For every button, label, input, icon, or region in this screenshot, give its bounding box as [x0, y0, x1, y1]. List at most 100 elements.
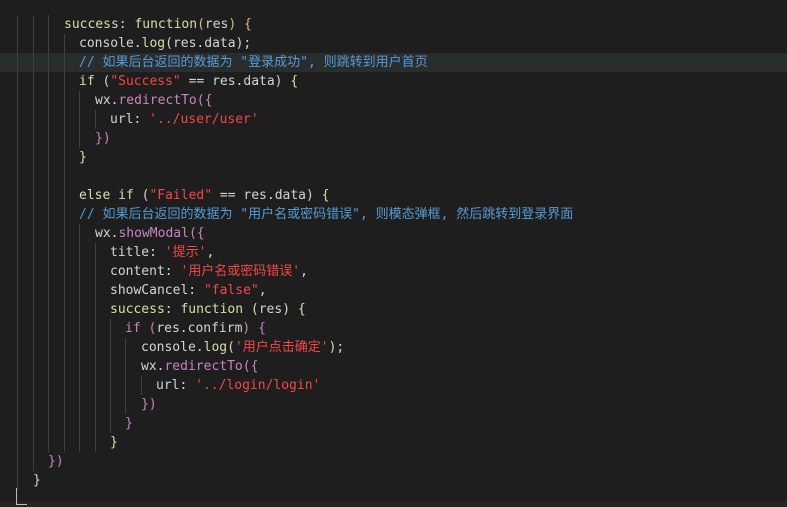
indent-guide — [33, 129, 34, 148]
indent-guide — [17, 243, 18, 262]
code-line[interactable]: console.log(res.data); — [0, 34, 787, 53]
code-line[interactable]: }) — [0, 452, 787, 471]
code-text: } — [110, 433, 118, 452]
code-line[interactable]: console.log('用户点击确定'); — [0, 338, 787, 357]
indent-guide — [48, 357, 49, 376]
code-line[interactable]: wx.showModal({ — [0, 224, 787, 243]
indent-guide — [125, 338, 126, 357]
indent-guide — [64, 319, 65, 338]
indent-guide — [33, 72, 34, 91]
indent-guide — [79, 338, 80, 357]
indent-guide — [48, 319, 49, 338]
indent-guide — [79, 414, 80, 433]
indent-guide — [17, 224, 18, 243]
indent-guide — [64, 186, 65, 205]
code-token: . — [133, 36, 142, 51]
indent-guide — [79, 300, 80, 319]
code-line[interactable]: } — [0, 471, 787, 490]
code-text: if ("Success" == res.data) { — [79, 72, 298, 91]
indent-guide — [33, 357, 34, 376]
indent-guide — [17, 376, 18, 395]
indent-guide — [33, 91, 34, 110]
code-line[interactable] — [0, 167, 787, 186]
code-text: url: '../login/login' — [156, 376, 320, 395]
indent-guide — [48, 205, 49, 224]
indent-guide — [64, 243, 65, 262]
code-token: '用户名或密码错误' — [180, 264, 301, 279]
indent-guide — [48, 395, 49, 414]
code-token: { — [258, 321, 266, 336]
indent-guide — [125, 376, 126, 395]
code-line[interactable]: // 如果后台返回的数据为 "用户名或密码错误", 则模态弹框, 然后跳转到登录… — [0, 205, 787, 224]
code-line[interactable]: else if ("Failed" == res.data) { — [0, 186, 787, 205]
code-token: else if — [79, 188, 142, 203]
code-token: : — [179, 378, 196, 393]
indent-guide — [48, 300, 49, 319]
code-token: // 如果后台返回的数据为 "用户名或密码错误", 则模态弹框, 然后跳转到登录… — [79, 207, 574, 222]
indent-guide — [48, 262, 49, 281]
code-line[interactable]: } — [0, 433, 787, 452]
indent-guide — [64, 433, 65, 452]
indent-guide — [48, 53, 49, 72]
code-line[interactable]: } — [0, 148, 787, 167]
indent-guide — [17, 129, 18, 148]
indent-guide — [64, 338, 65, 357]
code-line[interactable]: wx.redirectTo({ — [0, 91, 787, 110]
indent-guide — [17, 300, 18, 319]
indent-guide — [33, 395, 34, 414]
code-line[interactable]: // 如果后台返回的数据为 "登录成功", 则跳转到用户首页 — [0, 53, 787, 72]
indent-guide — [79, 243, 80, 262]
indent-guide — [64, 262, 65, 281]
code-token: , — [206, 245, 215, 260]
code-line[interactable]: url: '../login/login' — [0, 376, 787, 395]
code-token: wx. — [141, 359, 165, 374]
code-line[interactable]: if (res.confirm) { — [0, 319, 787, 338]
indent-guide — [48, 167, 49, 186]
indent-guide — [33, 376, 34, 395]
indent-guide — [33, 452, 34, 471]
indent-guide — [17, 395, 18, 414]
indent-guide — [79, 376, 80, 395]
code-line[interactable]: content: '用户名或密码错误', — [0, 262, 787, 281]
indent-guide — [95, 262, 96, 281]
code-editor[interactable]: success: function(res) {console.log(res.… — [0, 0, 787, 507]
indent-guide — [64, 148, 65, 167]
code-token: { — [244, 17, 252, 32]
code-token: ) — [228, 17, 245, 32]
code-token: res — [204, 17, 229, 32]
indent-guide — [48, 129, 49, 148]
code-token: if — [79, 74, 103, 89]
code-token: ) — [282, 302, 298, 317]
code-token: ); — [328, 340, 345, 355]
code-line[interactable]: } — [0, 414, 787, 433]
code-line[interactable]: if ("Success" == res.data) { — [0, 72, 787, 91]
indent-guide — [33, 186, 34, 205]
code-line[interactable]: showCancel: "false", — [0, 281, 787, 300]
indent-guide — [33, 224, 34, 243]
code-line[interactable]: url: '../user/user' — [0, 110, 787, 129]
code-line[interactable]: wx.redirectTo({ — [0, 357, 787, 376]
horizontal-scrollbar[interactable] — [0, 501, 787, 507]
code-token: console — [79, 36, 134, 51]
code-line[interactable]: success: function(res) { — [0, 15, 787, 34]
code-line[interactable]: }) — [0, 129, 787, 148]
code-token: ( — [197, 17, 205, 32]
code-token: } — [79, 150, 87, 165]
code-text: wx.redirectTo({ — [141, 357, 258, 376]
indent-guide — [17, 338, 18, 357]
indent-guide — [64, 281, 65, 300]
indent-guide — [64, 91, 65, 110]
code-line[interactable]: success: function (res) { — [0, 300, 787, 319]
code-token: function — [134, 17, 198, 32]
indent-guide — [95, 433, 96, 452]
indent-guide — [110, 395, 111, 414]
code-text: wx.showModal({ — [95, 224, 205, 243]
indent-guide — [95, 338, 96, 357]
fold-indicator-icon — [16, 488, 27, 505]
code-line[interactable]: title: '提示', — [0, 243, 787, 262]
code-text: showCancel: "false", — [110, 281, 267, 300]
indent-guide — [48, 433, 49, 452]
code-line[interactable]: }) — [0, 395, 787, 414]
indent-guide — [17, 281, 18, 300]
code-text: } — [33, 471, 41, 490]
